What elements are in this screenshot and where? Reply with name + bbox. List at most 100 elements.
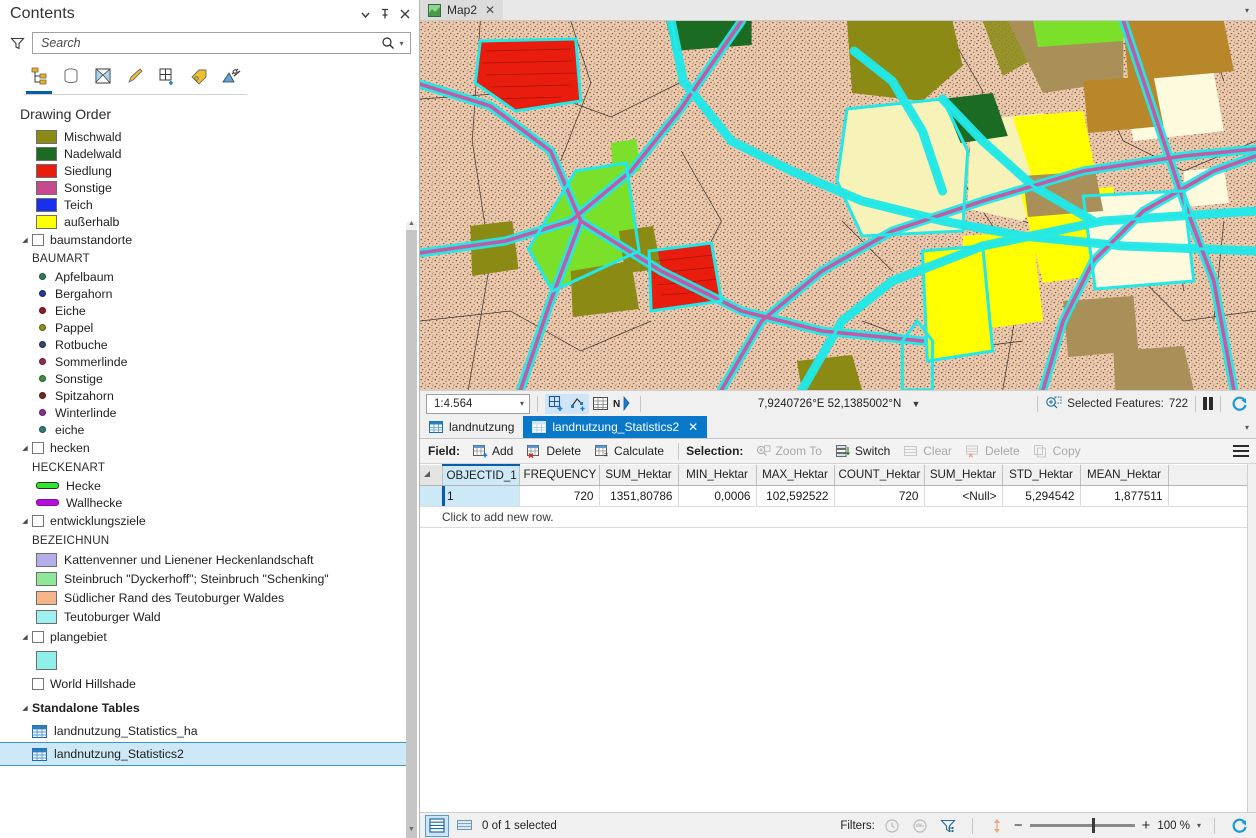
select-all-corner[interactable] [420, 465, 443, 486]
close-icon[interactable]: ✕ [688, 420, 698, 434]
chevron-down-icon[interactable]: ▼ [912, 399, 921, 409]
table-options-menu-icon[interactable] [1230, 441, 1252, 461]
range-filter-icon[interactable] [909, 816, 931, 836]
legend-item[interactable]: Eiche [0, 302, 419, 319]
search-dropdown-caret[interactable]: ▾ [396, 39, 407, 48]
legend-item[interactable]: Wallhecke [0, 494, 419, 511]
col-objectid1[interactable]: OBJECTID_1 [442, 464, 520, 486]
layer-entwicklungsziele[interactable]: ◢ entwicklungsziele [0, 511, 419, 531]
chevron-down-icon[interactable]: ▾ [1238, 416, 1256, 438]
data-source-icon[interactable] [56, 62, 86, 90]
layer-checkbox[interactable] [32, 515, 44, 527]
layer-plangebiet[interactable]: ◢ plangebiet [0, 626, 419, 648]
col-sum-hektar[interactable]: SUM_Hektar [599, 465, 679, 486]
col-frequency[interactable]: FREQUENCY [519, 465, 600, 486]
legend-item[interactable]: Kattenvenner und Lienener Heckenlandscha… [0, 550, 419, 569]
legend-item[interactable]: Teich [0, 196, 419, 213]
scroll-down-arrow[interactable]: ▼ [407, 826, 416, 834]
snapping-icon[interactable] [152, 62, 182, 90]
cell-sum-hektar[interactable]: 1351,80786 [599, 485, 679, 507]
cell-std-hektar[interactable]: 5,294542 [1002, 485, 1081, 507]
search-icon[interactable] [380, 35, 396, 51]
expand-triangle-icon[interactable]: ◢ [18, 514, 32, 528]
drawing-order-icon[interactable] [24, 62, 54, 94]
tab-map2[interactable]: Map2 ✕ [420, 0, 504, 20]
row-selector[interactable] [420, 485, 442, 507]
scroll-up-arrow[interactable]: ▲ [407, 220, 416, 228]
scale-selector[interactable]: 1:4.564 ▾ [426, 393, 530, 414]
filter-icon[interactable] [8, 34, 26, 52]
time-filter-icon[interactable] [881, 816, 903, 836]
legend-item[interactable]: Apfelbaum [0, 268, 419, 285]
cell-objectid1[interactable]: 1 [442, 485, 520, 507]
col-min-hektar[interactable]: MIN_Hektar [678, 465, 757, 486]
tab-landnutzung[interactable]: landnutzung [420, 416, 523, 438]
table-row[interactable]: 1 720 1351,80786 0,0006 102,592522 720 <… [420, 485, 1256, 507]
refresh-icon[interactable] [1228, 394, 1250, 414]
col-mean-hektar[interactable]: MEAN_Hektar [1080, 465, 1169, 486]
legend-item[interactable]: Sonstige [0, 370, 419, 387]
editing-icon[interactable] [120, 62, 150, 90]
legend-item[interactable]: eiche [0, 421, 419, 438]
zoom-slider-group[interactable]: − + 100 % ▾ [1014, 818, 1201, 833]
col-count-hektar[interactable]: COUNT_Hektar [834, 465, 925, 486]
add-field-button[interactable]: Add [466, 441, 520, 462]
sort-toggle-icon[interactable] [986, 816, 1008, 836]
charts-icon[interactable] [216, 62, 246, 90]
legend-item[interactable]: Hecke [0, 477, 419, 494]
switch-selection-button[interactable]: Switch [829, 441, 897, 462]
chevron-down-icon[interactable] [355, 4, 375, 24]
legend-item[interactable]: Sommerlinde [0, 353, 419, 370]
cell-mean-hektar[interactable]: 1,877511 [1080, 485, 1169, 507]
select-features-icon[interactable] [567, 393, 589, 414]
scrollbar-thumb[interactable] [406, 230, 417, 838]
legend-item[interactable]: Winterlinde [0, 404, 419, 421]
add-data-icon[interactable] [545, 393, 567, 414]
filter-selection-icon[interactable] [937, 816, 959, 836]
legend-item[interactable]: Siedlung [0, 162, 419, 179]
attribute-grid[interactable]: OBJECTID_1 FREQUENCY SUM_Hektar MIN_Hekt… [420, 464, 1256, 812]
expand-triangle-icon[interactable]: ◢ [18, 630, 32, 644]
refresh-icon[interactable] [1228, 816, 1250, 836]
chevron-down-icon[interactable]: ▾ [1197, 821, 1201, 830]
legend-item[interactable]: Pappel [0, 319, 419, 336]
selection-icon[interactable] [88, 62, 118, 90]
contents-scrollbar[interactable]: ▲ ▼ [406, 220, 417, 838]
legend-item[interactable]: Steinbruch "Dyckerhoff"; Steinbruch "Sch… [0, 569, 419, 588]
cell-sum-hektar-2[interactable]: <Null> [924, 485, 1003, 507]
add-new-row[interactable]: Click to add new row. [420, 506, 1256, 528]
layer-checkbox[interactable] [32, 631, 44, 643]
search-input[interactable] [41, 36, 380, 50]
legend-item[interactable]: Teutoburger Wald [0, 607, 419, 626]
chevron-down-icon[interactable]: ▾ [1238, 0, 1256, 20]
expand-triangle-icon[interactable]: ◢ [18, 233, 32, 247]
layer-checkbox[interactable] [32, 442, 44, 454]
cell-frequency[interactable]: 720 [519, 485, 600, 507]
standalone-tables-heading[interactable]: ◢ Standalone Tables [0, 696, 419, 719]
legend-item[interactable]: Spitzahorn [0, 387, 419, 404]
zoom-slider[interactable] [1029, 818, 1135, 833]
layer-checkbox[interactable] [32, 678, 44, 690]
legend-item[interactable]: außerhalb [0, 213, 419, 230]
cell-min-hektar[interactable]: 0,0006 [678, 485, 757, 507]
layer-world-hillshade[interactable]: World Hillshade [0, 672, 419, 696]
zoom-in-button[interactable]: + [1142, 818, 1151, 833]
north-arrow-icon[interactable]: N [611, 394, 633, 414]
tab-landnutzung-statistics2[interactable]: landnutzung_Statistics2 ✕ [523, 416, 708, 438]
cell-max-hektar[interactable]: 102,592522 [756, 485, 835, 507]
legend-item[interactable]: Rotbuche [0, 336, 419, 353]
legend-item[interactable]: Bergahorn [0, 285, 419, 302]
col-sum-hektar-2[interactable]: SUM_Hektar [924, 465, 1003, 486]
chevron-down-icon[interactable]: ▾ [520, 399, 527, 408]
expand-triangle-icon[interactable]: ◢ [18, 441, 32, 455]
pause-drawing-icon[interactable] [1203, 397, 1213, 410]
close-icon[interactable]: ✕ [485, 3, 495, 17]
pin-icon[interactable] [375, 4, 395, 24]
col-max-hektar[interactable]: MAX_Hektar [756, 465, 835, 486]
zoom-slider-thumb[interactable] [1091, 818, 1095, 833]
zoom-out-button[interactable]: − [1014, 818, 1023, 833]
cell-count-hektar[interactable]: 720 [834, 485, 925, 507]
col-std-hektar[interactable]: STD_Hektar [1002, 465, 1081, 486]
attribute-table-icon[interactable] [589, 394, 611, 414]
related-view-icon[interactable] [454, 816, 476, 836]
